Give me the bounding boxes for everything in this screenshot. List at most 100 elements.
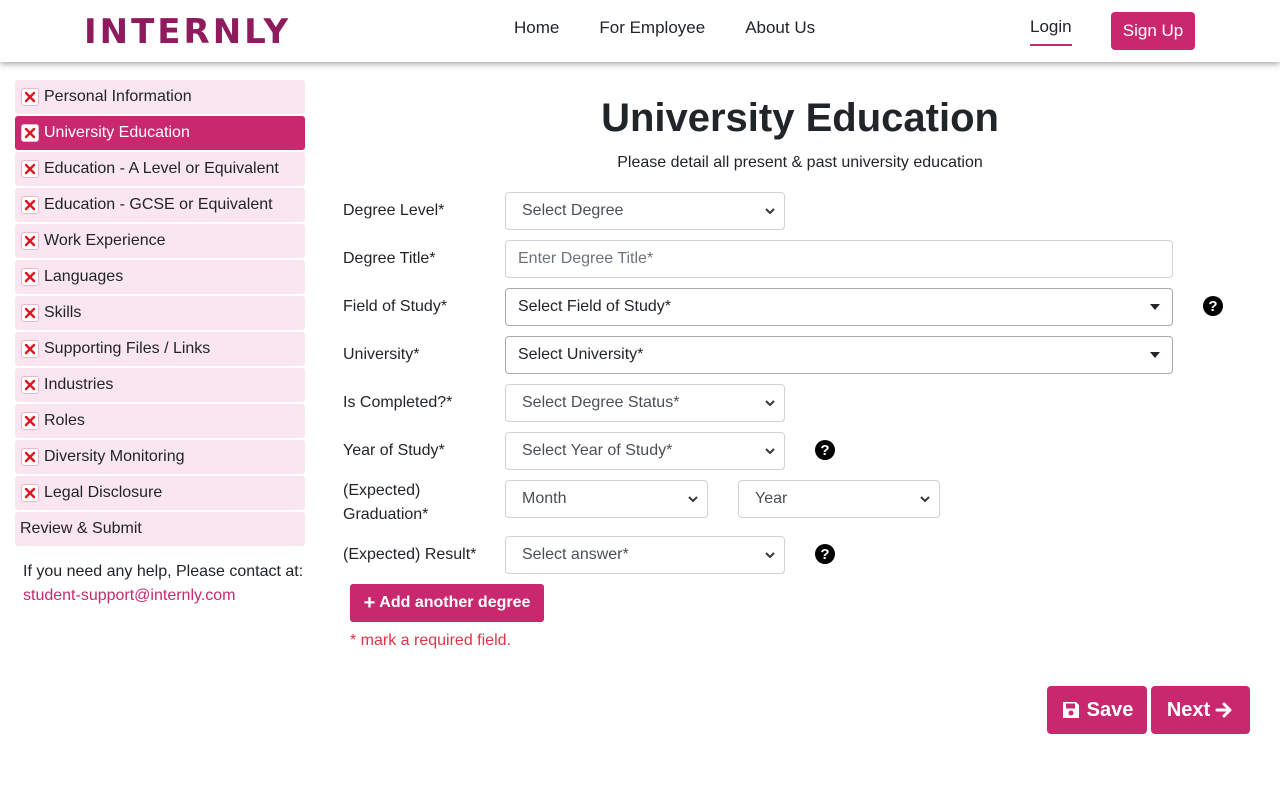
plus-icon: + — [363, 592, 376, 614]
main-nav: Home For Employee About Us — [514, 18, 815, 38]
incomplete-x-icon — [21, 376, 39, 394]
incomplete-x-icon — [21, 160, 39, 178]
is-completed-label: Is Completed?* — [343, 394, 453, 411]
sidebar-item-industries[interactable]: Industries — [15, 368, 305, 402]
next-label: Next — [1166, 698, 1211, 721]
question-help-icon[interactable]: ? — [815, 440, 835, 460]
incomplete-x-icon — [21, 304, 39, 322]
graduation-label-line1: (Expected) — [343, 482, 421, 499]
sidebar-item-label: Roles — [44, 412, 85, 429]
nav-home[interactable]: Home — [514, 18, 559, 38]
sidebar-item-label: Languages — [44, 268, 124, 285]
required-field-note: * mark a required field. — [350, 632, 511, 649]
degree-title-input[interactable]: Enter Degree Title* — [505, 240, 1173, 278]
university-label: University* — [343, 346, 420, 363]
incomplete-x-icon — [21, 484, 39, 502]
select-value: Select University* — [518, 346, 644, 363]
sidebar-item-personal-information[interactable]: Personal Information — [15, 80, 305, 114]
help-contact: If you need any help, Please contact at:… — [15, 560, 305, 608]
sidebar-item-label: Legal Disclosure — [44, 484, 163, 501]
incomplete-x-icon — [21, 340, 39, 358]
field-of-study-label: Field of Study* — [343, 298, 448, 315]
incomplete-x-icon — [21, 196, 39, 214]
select-value: Select Field of Study* — [518, 298, 671, 315]
sidebar-item-university-education[interactable]: University Education — [15, 116, 305, 150]
degree-level-select[interactable]: Select Degree — [505, 192, 785, 230]
result-select[interactable]: Select answer* — [505, 536, 785, 574]
page-title: University Education — [601, 96, 999, 140]
add-another-degree-button[interactable]: + Add another degree — [350, 584, 544, 622]
incomplete-x-icon — [21, 448, 39, 466]
arrow-right-icon — [1215, 702, 1232, 718]
sidebar-item-label: Work Experience — [44, 232, 166, 249]
sidebar-item-work-experience[interactable]: Work Experience — [15, 224, 305, 258]
sidebar-item-education-gcse[interactable]: Education - GCSE or Equivalent — [15, 188, 305, 222]
chevron-down-icon — [688, 496, 698, 503]
sidebar-item-roles[interactable]: Roles — [15, 404, 305, 438]
save-label: Save — [1086, 698, 1134, 721]
chevron-down-icon — [765, 208, 775, 215]
graduation-label: (Expected) Graduation* — [343, 479, 428, 527]
degree-status-select[interactable]: Select Degree Status* — [505, 384, 785, 422]
sidebar-item-supporting-files[interactable]: Supporting Files / Links — [15, 332, 305, 366]
result-label: (Expected) Result* — [343, 546, 477, 563]
degree-title-label: Degree Title* — [343, 250, 436, 267]
caret-down-icon — [1150, 304, 1160, 310]
degree-level-label: Degree Level* — [343, 202, 445, 219]
save-button[interactable]: Save — [1047, 686, 1147, 734]
sidebar-item-label: Diversity Monitoring — [44, 448, 185, 465]
sidebar-item-label: Skills — [44, 304, 82, 321]
chevron-down-icon — [765, 448, 775, 455]
incomplete-x-icon — [21, 88, 39, 106]
year-of-study-label: Year of Study* — [343, 442, 445, 459]
incomplete-x-icon — [21, 232, 39, 250]
year-of-study-select[interactable]: Select Year of Study* — [505, 432, 785, 470]
sidebar-item-label: Industries — [44, 376, 114, 393]
sidebar-item-label: University Education — [44, 124, 190, 141]
next-button[interactable]: Next — [1151, 686, 1250, 734]
floppy-disk-icon — [1062, 702, 1079, 718]
logo-text: INTERNLY — [84, 12, 292, 52]
support-email-link[interactable]: student-support@internly.com — [23, 584, 305, 608]
university-select[interactable]: Select University* — [505, 336, 1173, 374]
incomplete-x-icon — [21, 412, 39, 430]
select-value: Select Degree — [522, 202, 624, 219]
select-value: Select Year of Study* — [522, 442, 673, 459]
field-of-study-select[interactable]: Select Field of Study* — [505, 288, 1173, 326]
sidebar-item-label: Education - A Level or Equivalent — [44, 160, 279, 177]
chevron-down-icon — [765, 552, 775, 559]
graduation-year-select[interactable]: Year — [738, 480, 940, 518]
graduation-month-select[interactable]: Month — [505, 480, 708, 518]
sidebar-item-education-a-level[interactable]: Education - A Level or Equivalent — [15, 152, 305, 186]
signup-button[interactable]: Sign Up — [1111, 12, 1195, 50]
internly-logo[interactable]: INTERNLY — [84, 12, 291, 52]
question-help-icon[interactable]: ? — [1203, 296, 1223, 316]
sidebar-item-label: Personal Information — [44, 88, 192, 105]
sidebar-item-label: Supporting Files / Links — [44, 340, 211, 357]
incomplete-x-icon — [21, 268, 39, 286]
chevron-down-icon — [765, 400, 775, 407]
caret-down-icon — [1150, 352, 1160, 358]
graduation-label-line2: Graduation* — [343, 506, 429, 523]
select-value: Month — [522, 490, 567, 507]
nav-for-employee[interactable]: For Employee — [599, 18, 705, 38]
login-link[interactable]: Login — [1030, 17, 1072, 46]
chevron-down-icon — [920, 496, 930, 503]
nav-about-us[interactable]: About Us — [745, 18, 815, 38]
sidebar-item-legal-disclosure[interactable]: Legal Disclosure — [15, 476, 305, 510]
progress-sidebar: Personal Information University Educatio… — [15, 80, 305, 608]
incomplete-x-icon — [21, 124, 39, 142]
sidebar-item-review-submit[interactable]: Review & Submit — [15, 512, 305, 546]
add-degree-label: Add another degree — [379, 594, 531, 611]
sidebar-item-skills[interactable]: Skills — [15, 296, 305, 330]
sidebar-item-diversity-monitoring[interactable]: Diversity Monitoring — [15, 440, 305, 474]
question-help-icon[interactable]: ? — [815, 544, 835, 564]
input-placeholder: Enter Degree Title* — [518, 250, 654, 267]
top-navbar: INTERNLY Home For Employee About Us Logi… — [0, 0, 1280, 62]
sidebar-item-label: Education - GCSE or Equivalent — [44, 196, 273, 213]
select-value: Year — [755, 490, 788, 507]
help-text: If you need any help, Please contact at: — [23, 563, 304, 580]
select-value: Select answer* — [522, 546, 629, 563]
select-value: Select Degree Status* — [522, 394, 680, 411]
sidebar-item-languages[interactable]: Languages — [15, 260, 305, 294]
